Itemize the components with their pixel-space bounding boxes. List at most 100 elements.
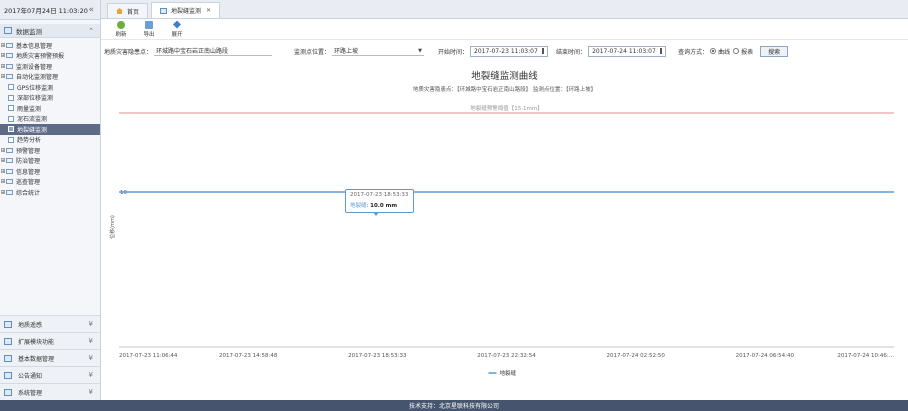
page-icon <box>8 126 14 133</box>
expand-icon <box>173 20 181 29</box>
chevron-down-icon[interactable]: ¥ <box>89 337 93 345</box>
x-tick-label: 2017-07-23 22:32:54 <box>477 353 536 359</box>
panel-icon <box>4 320 12 328</box>
double-chevron-left-icon[interactable]: « <box>88 5 94 15</box>
sidebar-item[interactable]: 雨量监测 <box>0 103 100 114</box>
x-tick-label: 2017-07-23 14:58:48 <box>219 353 278 359</box>
sidebar-item[interactable]: ⊞ 防治管理 <box>0 156 100 167</box>
sidebar-item[interactable]: GPS位移监测 <box>0 82 100 93</box>
nav-tree: ⊞ 基本信息管理 ⊞ 地质灾害预警预报 ⊞ 监测设备管理 ⊞ 自动化监测管理 GPS位移监测 深部… <box>0 38 100 198</box>
y-axis-label: 位移(mm) <box>109 215 116 239</box>
page-icon <box>160 7 168 14</box>
sidebar-item[interactable]: ⊞ 监测设备管理 <box>0 61 100 72</box>
accordion-label: 系统管理 <box>18 389 43 397</box>
tab-label: 首页 <box>127 8 140 16</box>
accordion: 地质遥感 ¥ 扩展模块功能 ¥ 基本数据管理 ¥ 公告通知 ¥ 系统管理 ¥ <box>0 315 100 400</box>
sidebar-item-label: 地质灾害预警预报 <box>16 53 65 61</box>
mode-label: 查询方式： <box>678 48 709 56</box>
sidebar-item[interactable]: ⊞ 综合统计 <box>0 187 100 198</box>
panel-icon <box>4 388 12 396</box>
sidebar-item[interactable]: ⊞ 地质灾害预警预报 <box>0 51 100 62</box>
start-time-input[interactable]: 2017-07-23 11:03:07 <box>470 45 549 57</box>
expand-label: 展开 <box>171 31 183 38</box>
main-panel: 首页 地裂缝监测 ✕ 刷新 导出 展开 地质灾害隐患点： 环城路中宝石岩正南山路… <box>101 0 908 400</box>
refresh-button[interactable]: 刷新 <box>107 20 135 38</box>
sidebar-item-label: 防治管理 <box>16 158 41 166</box>
tab-bar: 首页 地裂缝监测 ✕ <box>101 0 908 19</box>
end-time-input[interactable]: 2017-07-24 11:03:07 <box>588 45 667 57</box>
search-button[interactable]: 搜索 <box>760 45 789 57</box>
chevron-down-icon[interactable]: ¥ <box>89 320 93 328</box>
sidebar-item[interactable]: ⊞ 预警管理 <box>0 145 100 156</box>
hazard-label: 地质灾害隐患点： <box>104 48 153 56</box>
sidebar-item[interactable]: 趋势分析 <box>0 135 100 146</box>
accordion-label: 基本数据管理 <box>18 355 55 363</box>
close-icon[interactable]: ✕ <box>206 7 211 14</box>
current-date: 2017年07月24日 11:03:20 <box>4 6 88 15</box>
chevron-down-icon[interactable]: ¥ <box>89 388 93 396</box>
export-button[interactable]: 导出 <box>135 20 163 38</box>
position-select[interactable]: 环路上坡 ▼ <box>332 46 425 56</box>
search-button-label: 搜索 <box>768 48 781 56</box>
x-tick-label: 2017-07-24 02:52:50 <box>606 353 665 359</box>
accordion-panel[interactable]: 地质遥感 ¥ <box>0 315 100 332</box>
section-header[interactable]: 数据监测 ⌃ <box>0 24 100 38</box>
sidebar-item[interactable]: ⊞ 巡查管理 <box>0 177 100 188</box>
calendar-icon[interactable] <box>541 48 545 54</box>
accordion-label: 地质遥感 <box>18 321 43 329</box>
tab-label: 地裂缝监测 <box>171 8 202 15</box>
threshold-label: 地裂缝预警阈值【15.1mm】 <box>470 104 542 112</box>
chart-tooltip: 2017-07-23 18:53:33 地裂缝: 10.0 mm <box>345 189 414 213</box>
tooltip-pointer <box>373 212 379 216</box>
expand-button[interactable]: 展开 <box>163 20 191 38</box>
toolbar: 刷新 导出 展开 <box>101 19 908 40</box>
sidebar-item[interactable]: 泥石流监测 <box>0 114 100 125</box>
folder-icon <box>6 168 13 174</box>
sidebar-item-label: 基本信息管理 <box>16 42 53 50</box>
footer: 技术支持：北京星联科技有限公司 <box>0 400 908 411</box>
folder-icon <box>6 74 13 80</box>
position-label: 监测点位置： <box>294 48 331 56</box>
accordion-panel[interactable]: 扩展模块功能 ¥ <box>0 332 100 349</box>
legend-label: 地裂缝 <box>500 369 517 377</box>
x-tick-label: 2017-07-24 06:54:40 <box>736 353 795 359</box>
x-tick-label: 2017-07-23 18:53:33 <box>348 353 407 359</box>
tab-crack-monitor[interactable]: 地裂缝监测 ✕ <box>151 2 221 18</box>
sidebar-item[interactable]: ⊞ 基本信息管理 <box>0 40 100 51</box>
chevron-up-icon: ⌃ <box>88 26 94 35</box>
filter-bar: 地质灾害隐患点： 环城路中宝石岩正南山路段 监测点位置： 环路上坡 ▼ 开始时间… <box>101 40 908 62</box>
sidebar-item-label: 自动化监测管理 <box>16 74 59 82</box>
accordion-panel[interactable]: 基本数据管理 ¥ <box>0 349 100 366</box>
folder-icon <box>6 63 13 69</box>
home-icon <box>116 8 123 14</box>
chevron-down-icon[interactable]: ¥ <box>89 354 93 362</box>
chart-area: 地裂缝监测曲线 地质灾害隐患点：【环城路中宝石岩正南山路段】 监测点位置：【环路… <box>101 63 908 381</box>
sidebar-item[interactable]: ⊞ 自动化监测管理 <box>0 72 100 83</box>
page-icon <box>8 84 14 91</box>
sidebar-item[interactable]: ⊞ 信息管理 <box>0 166 100 177</box>
mode-radio-curve[interactable]: 曲线 <box>710 47 730 56</box>
accordion-panel[interactable]: 系统管理 ¥ <box>0 383 100 400</box>
x-tick-label: 2017-07-23 11:06:44 <box>119 353 178 359</box>
page-icon <box>8 105 14 112</box>
sidebar-item[interactable]: 深部位移监测 <box>0 93 100 104</box>
dropdown-arrow-icon: ▼ <box>418 47 423 54</box>
sidebar-item-label: GPS位移监测 <box>17 84 54 92</box>
hazard-value: 环城路中宝石岩正南山路段 <box>156 48 229 55</box>
tooltip-series-name: 地裂缝 <box>350 203 367 209</box>
export-label: 导出 <box>143 31 155 38</box>
end-time-label: 结束时间： <box>556 48 587 56</box>
mode-radio-report[interactable]: 报表 <box>733 47 753 56</box>
tooltip-value-row: 地裂缝: 10.0 mm <box>350 203 398 209</box>
tab-home[interactable]: 首页 <box>107 3 149 18</box>
calendar-icon[interactable] <box>659 48 663 54</box>
radio-icon <box>710 48 717 54</box>
chevron-down-icon[interactable]: ¥ <box>89 371 93 379</box>
start-time-value: 2017-07-23 11:03:07 <box>474 47 538 55</box>
sidebar-item[interactable]: 地裂缝监测 <box>0 124 100 135</box>
hazard-select[interactable]: 环城路中宝石岩正南山路段 <box>154 46 273 56</box>
page-icon <box>8 136 14 143</box>
position-value: 环路上坡 <box>334 48 359 55</box>
radio-label: 曲线 <box>718 48 731 56</box>
accordion-panel[interactable]: 公告通知 ¥ <box>0 366 100 383</box>
